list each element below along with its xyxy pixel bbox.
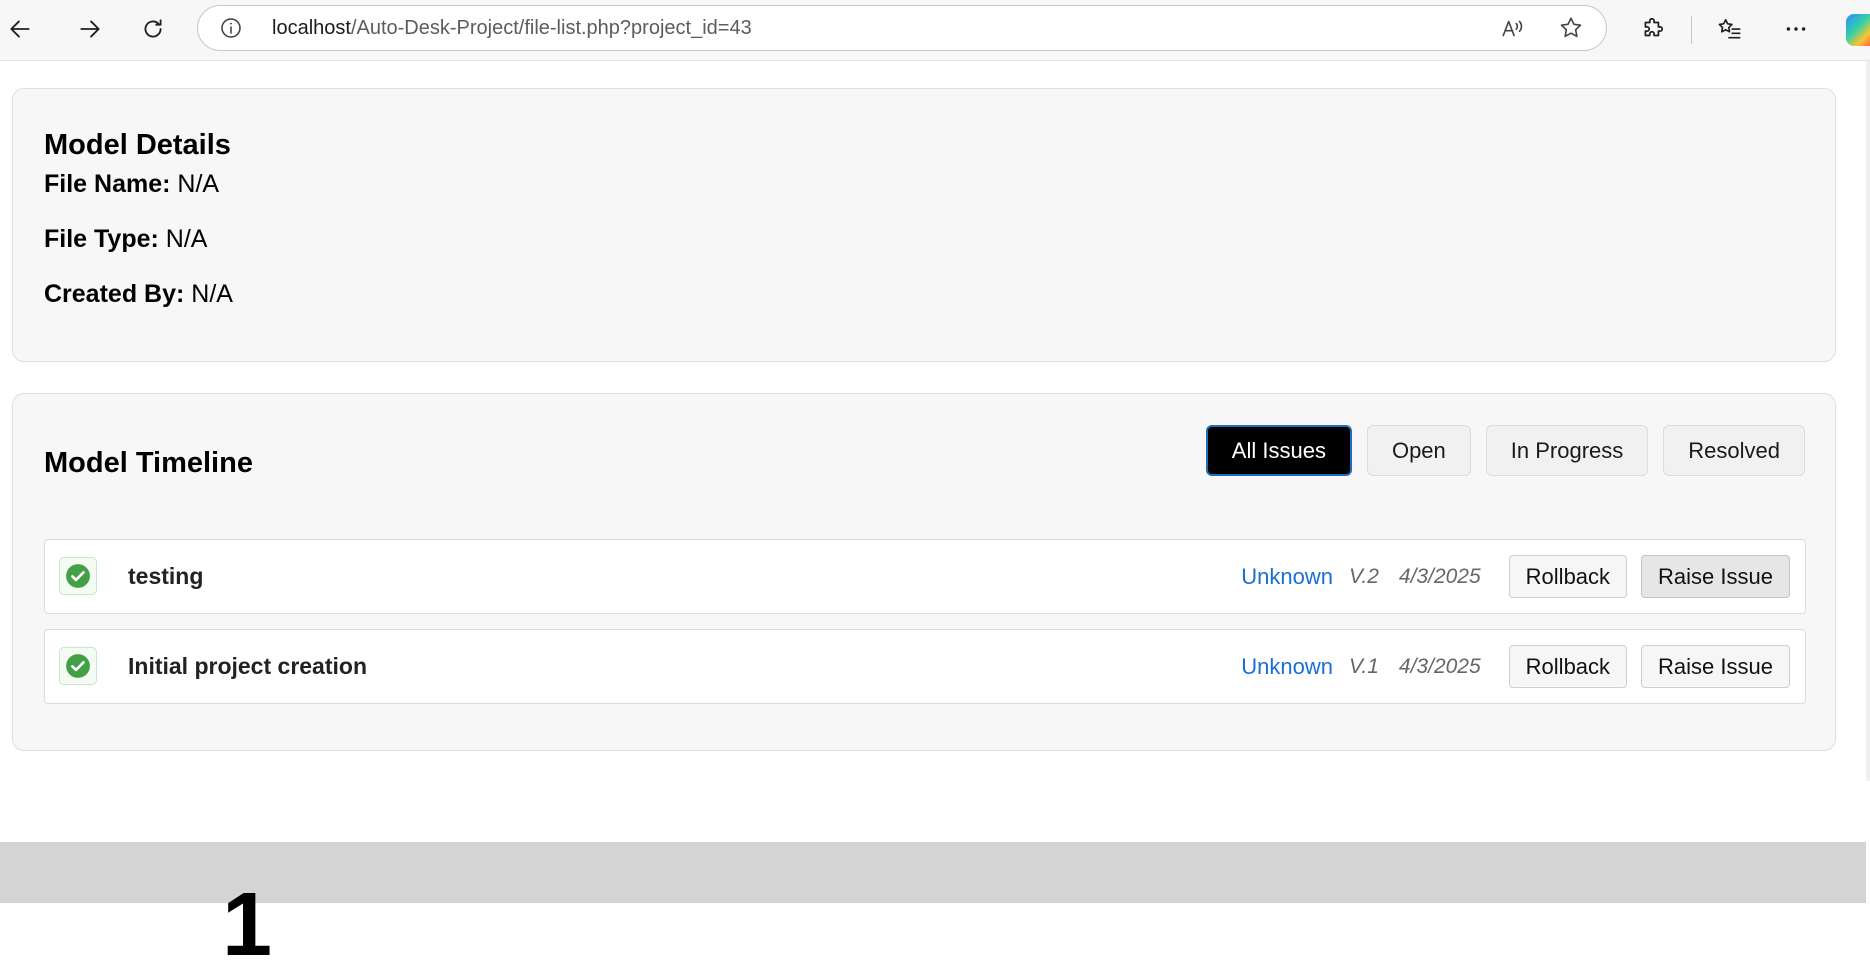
detail-value: N/A bbox=[191, 280, 233, 308]
model-details-title: Model Details bbox=[44, 129, 231, 161]
timeline-item-user-link[interactable]: Unknown bbox=[1241, 564, 1333, 590]
read-aloud-icon[interactable] bbox=[1498, 13, 1528, 43]
page-footer: 1 bbox=[0, 842, 1866, 970]
timeline-item-meta: Unknown V.1 4/3/2025 Rollback Raise Issu… bbox=[1241, 630, 1790, 703]
filter-resolved-button[interactable]: Resolved bbox=[1663, 425, 1805, 476]
check-circle-icon bbox=[59, 557, 97, 595]
rollback-button[interactable]: Rollback bbox=[1508, 555, 1628, 598]
filter-all-issues-button[interactable]: All Issues bbox=[1205, 425, 1352, 476]
timeline-item-title: Initial project creation bbox=[128, 653, 367, 679]
detail-label: Created By: bbox=[44, 280, 185, 308]
info-icon[interactable] bbox=[218, 15, 244, 41]
page-scrollbar[interactable] bbox=[1866, 61, 1870, 781]
forward-arrow-icon[interactable] bbox=[70, 9, 110, 49]
model-timeline-title: Model Timeline bbox=[44, 447, 253, 479]
favorites-list-icon[interactable] bbox=[1710, 9, 1750, 49]
refresh-icon[interactable] bbox=[133, 9, 173, 49]
url-path: /Auto-Desk-Project/file-list.php?project… bbox=[350, 17, 752, 39]
timeline-item-user-link[interactable]: Unknown bbox=[1241, 654, 1333, 680]
back-arrow-icon[interactable] bbox=[0, 9, 40, 49]
timeline-item: Initial project creation Unknown V.1 4/3… bbox=[44, 629, 1806, 704]
detail-label: File Type: bbox=[44, 225, 159, 253]
issue-filter-group: All Issues Open In Progress Resolved bbox=[1205, 425, 1805, 476]
copilot-icon[interactable] bbox=[1846, 14, 1870, 46]
detail-label: File Name: bbox=[44, 170, 171, 198]
url-text[interactable]: localhost/Auto-Desk-Project/file-list.ph… bbox=[272, 6, 752, 50]
timeline-item-version: V.1 bbox=[1348, 654, 1379, 678]
model-timeline-card: Model Timeline All Issues Open In Progre… bbox=[12, 393, 1836, 751]
rollback-button[interactable]: Rollback bbox=[1508, 645, 1628, 688]
detail-file-type: File Type: N/A bbox=[44, 225, 207, 254]
page-content: Model Details File Name: N/A File Type: … bbox=[0, 61, 1870, 970]
timeline-item-date: 4/3/2025 bbox=[1398, 564, 1481, 588]
filter-in-progress-button[interactable]: In Progress bbox=[1485, 425, 1649, 476]
detail-value: N/A bbox=[177, 170, 220, 198]
timeline-item-version: V.2 bbox=[1348, 564, 1379, 588]
toolbar-separator bbox=[1691, 16, 1692, 44]
puzzle-icon[interactable] bbox=[1633, 9, 1673, 49]
ellipsis-icon[interactable] bbox=[1776, 9, 1816, 49]
detail-value: N/A bbox=[165, 225, 208, 253]
address-bar[interactable]: localhost/Auto-Desk-Project/file-list.ph… bbox=[197, 5, 1607, 51]
timeline-item-meta: Unknown V.2 4/3/2025 Rollback Raise Issu… bbox=[1241, 540, 1790, 613]
browser-toolbar: localhost/Auto-Desk-Project/file-list.ph… bbox=[0, 0, 1870, 61]
model-details-card: Model Details File Name: N/A File Type: … bbox=[12, 88, 1836, 362]
url-host: localhost bbox=[272, 17, 351, 39]
footer-heading-fragment: 1 bbox=[222, 875, 273, 975]
timeline-item-date: 4/3/2025 bbox=[1398, 654, 1481, 678]
filter-open-button[interactable]: Open bbox=[1366, 425, 1471, 476]
raise-issue-button[interactable]: Raise Issue bbox=[1641, 645, 1790, 688]
check-circle-icon bbox=[59, 647, 97, 685]
raise-issue-button[interactable]: Raise Issue bbox=[1641, 555, 1790, 598]
detail-file-name: File Name: N/A bbox=[44, 170, 219, 199]
detail-created-by: Created By: N/A bbox=[44, 280, 233, 309]
timeline-item: testing Unknown V.2 4/3/2025 Rollback Ra… bbox=[44, 539, 1806, 614]
star-icon[interactable] bbox=[1556, 13, 1586, 43]
timeline-item-title: testing bbox=[128, 563, 204, 589]
